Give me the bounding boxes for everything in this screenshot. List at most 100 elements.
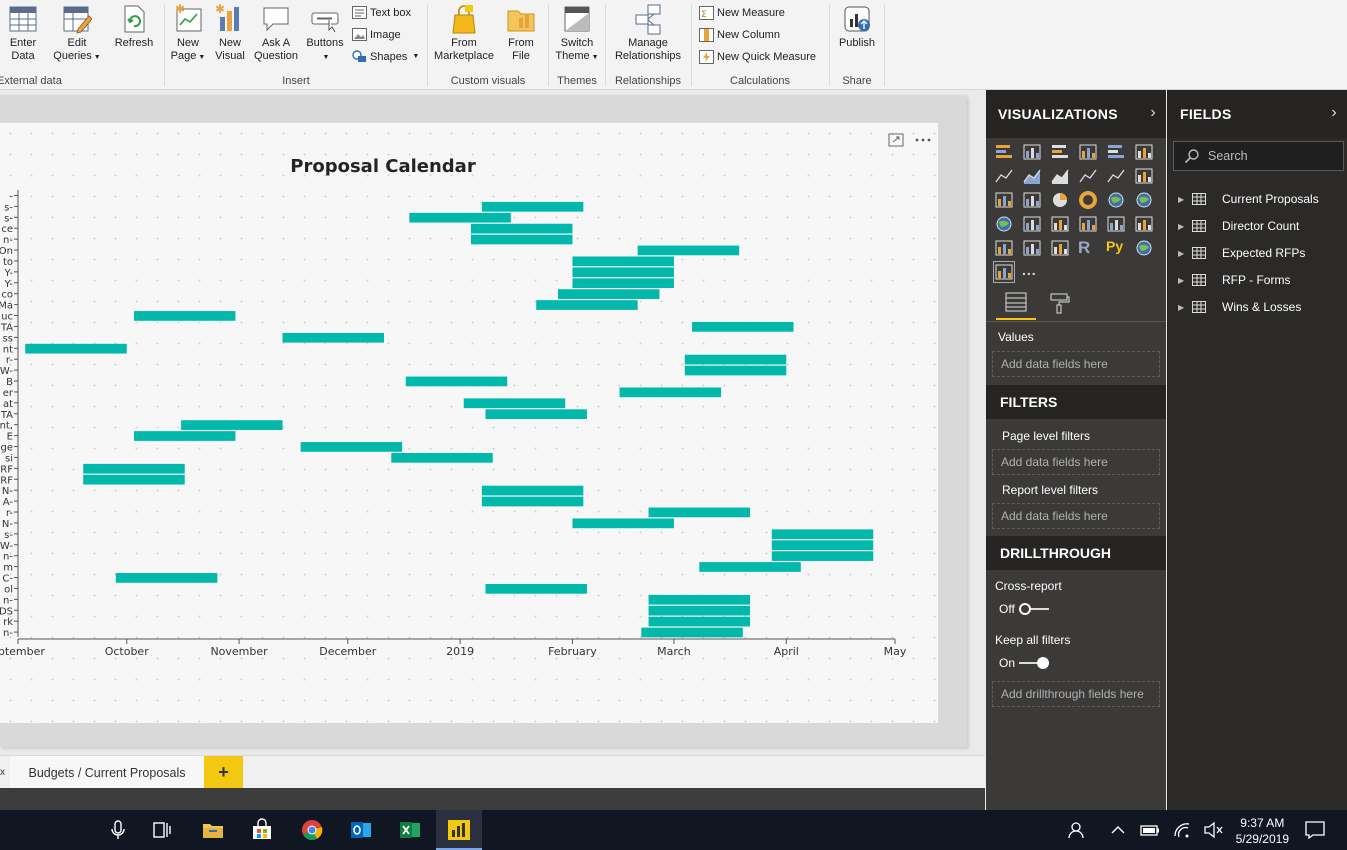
add-page-button[interactable]: + [204, 756, 243, 789]
pie-chart-icon[interactable] [1050, 190, 1070, 210]
waterfall-icon[interactable] [994, 190, 1014, 210]
table-visual-icon[interactable] [1022, 238, 1042, 258]
more-visuals-icon[interactable]: ... [1022, 262, 1042, 282]
table-icon [9, 6, 37, 32]
excel-icon[interactable] [398, 818, 422, 842]
slicer-icon[interactable] [994, 238, 1014, 258]
refresh-button[interactable]: Refresh [112, 3, 156, 50]
filled-map-icon[interactable] [994, 214, 1014, 234]
new-quick-measure-button[interactable]: New Quick Measure [699, 50, 816, 64]
expand-triangle-icon[interactable]: ▶ [1178, 195, 1192, 204]
tab-close-button[interactable]: x [0, 756, 10, 789]
line-chart-icon[interactable] [994, 166, 1014, 186]
new-page-button[interactable]: ✱ New Page ▼ [169, 3, 207, 64]
stacked-bar-icon[interactable] [994, 142, 1014, 162]
chrome-icon[interactable] [300, 818, 324, 842]
expand-triangle-icon[interactable]: ▶ [1178, 303, 1192, 312]
field-table-item[interactable]: ▶ RFP - Forms [1178, 269, 1290, 291]
edit-queries-button[interactable]: Edit Queries ▼ [52, 3, 102, 64]
shapes-button[interactable]: Shapes ▼ [352, 50, 419, 63]
custom-visual-icon[interactable] [993, 261, 1015, 283]
donut-chart-icon[interactable] [1078, 190, 1098, 210]
values-label: Values [998, 330, 1034, 344]
expand-triangle-icon[interactable]: ▶ [1178, 222, 1192, 231]
r-visual-icon[interactable]: R [1078, 238, 1098, 258]
values-drop-well[interactable]: Add data fields here [992, 351, 1160, 377]
matrix-icon[interactable] [1050, 238, 1070, 258]
buttons-button[interactable]: Buttons ▼ [303, 3, 347, 64]
ask-question-button[interactable]: Ask A Question [254, 3, 298, 63]
field-table-item[interactable]: ▶ Wins & Losses [1178, 296, 1301, 318]
volume-muted-icon[interactable] [1201, 818, 1225, 842]
more-options-icon[interactable] [914, 133, 932, 147]
cross-report-toggle[interactable]: Off [999, 602, 1049, 616]
proposal-calendar-visual[interactable]: Proposal Calendar - s-s-ce n- On to Y- Y-co Ma uc… [0, 123, 938, 723]
stacked-area-icon[interactable] [1050, 166, 1070, 186]
multi-row-card-icon[interactable] [1106, 214, 1126, 234]
enter-data-button[interactable]: Enter Data [4, 3, 42, 63]
page-filters-drop-well[interactable]: Add data fields here [992, 449, 1160, 475]
outlook-icon[interactable] [349, 818, 373, 842]
report-filters-drop-well[interactable]: Add data fields here [992, 503, 1160, 529]
scatter-icon[interactable] [1022, 190, 1042, 210]
battery-icon[interactable] [1138, 818, 1162, 842]
arcgis-icon[interactable] [1134, 238, 1154, 258]
text-box-button[interactable]: Text box [352, 6, 411, 19]
100-bar-icon[interactable] [1106, 142, 1126, 162]
people-icon[interactable] [1066, 818, 1090, 842]
new-visual-button[interactable]: ✱ New Visual [212, 3, 248, 63]
line-clustered-column-icon[interactable] [1106, 166, 1126, 186]
field-table-item[interactable]: ▶ Current Proposals [1178, 188, 1319, 210]
tab-budgets-current-proposals[interactable]: Budgets / Current Proposals [10, 756, 204, 789]
format-tab[interactable] [1044, 290, 1074, 320]
area-chart-icon[interactable] [1022, 166, 1042, 186]
python-visual-icon[interactable]: Py [1106, 238, 1126, 258]
publish-button[interactable]: Publish [833, 3, 881, 50]
fields-tab[interactable] [996, 290, 1036, 320]
task-view-icon[interactable] [150, 818, 174, 842]
stacked-column-icon[interactable] [1022, 142, 1042, 162]
taskbar-clock[interactable]: 9:37 AM 5/29/2019 [1236, 815, 1289, 847]
map-icon[interactable] [1134, 190, 1154, 210]
microsoft-store-icon[interactable] [250, 818, 274, 842]
wifi-icon[interactable] [1171, 818, 1195, 842]
from-marketplace-button[interactable]: From Marketplace [431, 3, 497, 63]
clustered-column-icon[interactable] [1078, 142, 1098, 162]
chevron-up-icon[interactable] [1106, 818, 1130, 842]
gauge-icon-glyph [1051, 216, 1069, 232]
kpi-icon[interactable] [1134, 214, 1154, 234]
expand-triangle-icon[interactable]: ▶ [1178, 276, 1192, 285]
action-center-icon[interactable] [1303, 818, 1327, 842]
100-column-icon[interactable] [1134, 142, 1154, 162]
switch-theme-button[interactable]: Switch Theme ▼ [552, 3, 602, 64]
funnel-icon-glyph [1023, 216, 1041, 232]
gauge-icon[interactable] [1050, 214, 1070, 234]
table-icon [1192, 220, 1206, 232]
field-table-item[interactable]: ▶ Expected RFPs [1178, 242, 1305, 264]
chevron-right-icon[interactable]: › [1150, 104, 1156, 122]
new-column-button[interactable]: New Column [699, 28, 780, 42]
card-icon[interactable] [1078, 214, 1098, 234]
focus-mode-icon[interactable] [888, 133, 904, 147]
file-explorer-icon[interactable] [201, 818, 225, 842]
treemap-icon[interactable] [1106, 190, 1126, 210]
microphone-icon[interactable] [106, 818, 130, 842]
image-button[interactable]: Image [352, 28, 401, 41]
manage-relationships-button[interactable]: Manage Relationships [609, 3, 687, 63]
ribbon-chart-icon[interactable] [1134, 166, 1154, 186]
fields-search-input[interactable]: Search [1173, 141, 1344, 171]
new-measure-button[interactable]: Σ New Measure [699, 6, 785, 20]
drillthrough-drop-well[interactable]: Add drillthrough fields here [992, 681, 1160, 707]
y-tick-label: N- [2, 486, 13, 497]
visual-type-gallery: R Py... [993, 142, 1154, 283]
power-bi-taskbar-button[interactable] [436, 810, 482, 850]
ribbon-separator [691, 4, 692, 86]
funnel-icon[interactable] [1022, 214, 1042, 234]
line-column-icon[interactable] [1078, 166, 1098, 186]
expand-triangle-icon[interactable]: ▶ [1178, 249, 1192, 258]
clustered-bar-icon[interactable] [1050, 142, 1070, 162]
keep-all-filters-toggle[interactable]: On [999, 656, 1050, 670]
chevron-right-icon[interactable]: › [1331, 104, 1337, 122]
field-table-item[interactable]: ▶ Director Count [1178, 215, 1299, 237]
from-file-button[interactable]: From File [501, 3, 541, 63]
